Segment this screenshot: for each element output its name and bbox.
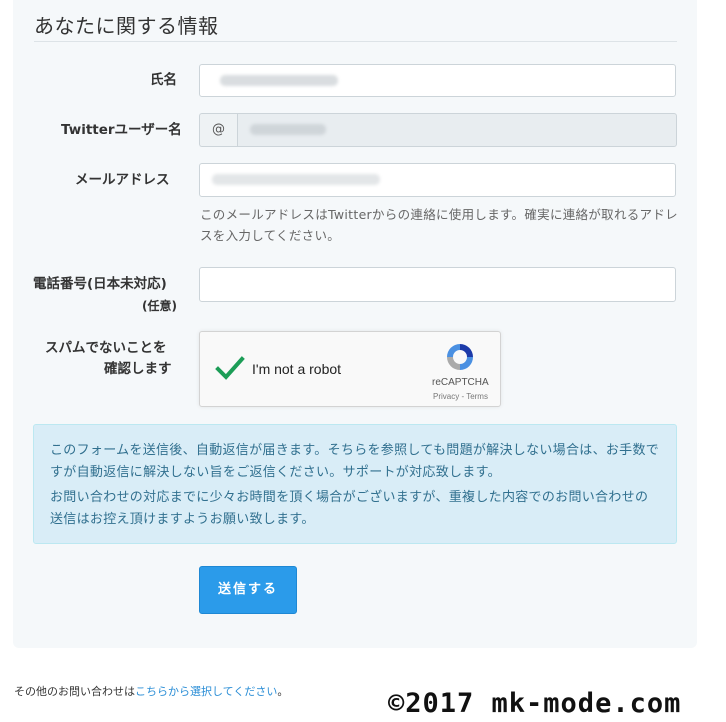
recaptcha-logo-icon: [447, 344, 473, 370]
phone-input[interactable]: [199, 267, 676, 302]
footer-suffix: 。: [277, 685, 289, 698]
email-input[interactable]: [199, 163, 676, 197]
form-panel: [13, 0, 697, 648]
blurred-value: [212, 174, 380, 185]
at-prefix: @: [199, 113, 237, 147]
name-label: 氏名: [150, 72, 177, 88]
twitter-input: [237, 113, 677, 147]
recaptcha-widget[interactable]: I'm not a robot reCAPTCHA Privacy - Term…: [199, 331, 501, 407]
recaptcha-text: I'm not a robot: [252, 361, 342, 377]
submit-button[interactable]: 送信する: [199, 566, 297, 614]
footer-prefix: その他のお問い合わせは: [14, 685, 135, 698]
notice-paragraph-1: このフォームを送信後、自動返信が届きます。そちらを参照しても問題が解決しない場合…: [50, 443, 660, 480]
name-input[interactable]: [199, 64, 676, 97]
optional-label: (任意): [142, 299, 177, 313]
captcha-label: スパムでないことを: [45, 340, 167, 356]
email-label: メールアドレス: [75, 172, 170, 188]
phone-label: 電話番号(日本未対応): [33, 276, 167, 292]
footer-text: その他のお問い合わせはこちらから選択してください。: [14, 683, 288, 699]
info-notice: このフォームを送信後、自動返信が届きます。そちらを参照しても問題が解決しない場合…: [33, 424, 677, 544]
twitter-label: Twitterユーザー名: [61, 122, 182, 138]
other-inquiry-link[interactable]: こちらから選択してください: [135, 685, 277, 698]
section-title: あなたに関する情報: [34, 14, 219, 38]
email-help-text: このメールアドレスはTwitterからの連絡に使用します。確実に連絡が取れるアド…: [200, 207, 678, 243]
notice-paragraph-2: お問い合わせの対応までに少々お時間を頂く場合がございますが、重複した内容でのお問…: [50, 490, 649, 527]
blurred-value: [250, 124, 326, 135]
recaptcha-brand: reCAPTCHA: [432, 377, 489, 388]
recaptcha-links[interactable]: Privacy - Terms: [433, 392, 488, 401]
blurred-value: [220, 75, 338, 86]
watermark: ©2017 mk-mode.com: [388, 688, 682, 719]
checkmark-icon[interactable]: [214, 352, 246, 384]
captcha-label-line2: 確認します: [104, 361, 172, 377]
divider: [34, 41, 677, 42]
